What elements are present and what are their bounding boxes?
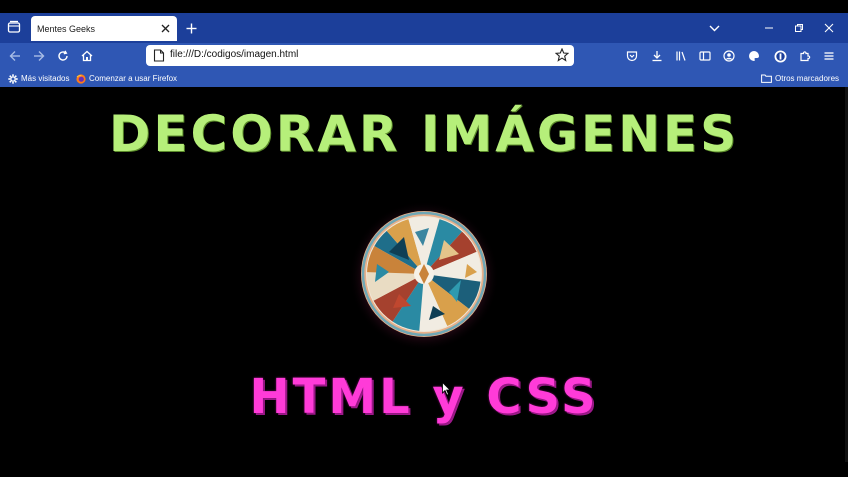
new-tab-button[interactable] [182, 19, 200, 37]
close-window-button[interactable] [820, 19, 838, 37]
extension-button-1[interactable] [745, 47, 763, 65]
bookmark-label: Comenzar a usar Firefox [89, 74, 178, 83]
restore-icon [795, 24, 803, 32]
sidebar-icon [699, 51, 711, 61]
tab-strip: Mentes Geeks [0, 13, 848, 43]
tab-title: Mentes Geeks [37, 23, 96, 34]
library-icon [676, 51, 686, 61]
puzzle-icon [800, 51, 811, 62]
gear-icon [8, 73, 18, 84]
forward-button[interactable] [30, 47, 48, 65]
mosaic-image [349, 201, 499, 351]
bookmark-comenzar-firefox[interactable]: Comenzar a usar Firefox [76, 72, 177, 85]
minimize-icon [765, 27, 773, 29]
navigation-toolbar: file:///D:/codigos/imagen.html [0, 43, 848, 69]
hamburger-menu-icon [824, 52, 834, 60]
sidebar-button[interactable] [696, 47, 714, 65]
restore-button[interactable] [790, 19, 808, 37]
bookmark-star-icon[interactable] [555, 48, 569, 62]
bookmark-mas-visitados[interactable]: Más visitados [8, 72, 69, 85]
list-all-tabs-button[interactable] [705, 19, 723, 37]
library-button[interactable] [672, 47, 690, 65]
address-bar[interactable]: file:///D:/codigos/imagen.html [146, 45, 574, 66]
firefox-icon [76, 73, 86, 84]
shield-badge-icon [774, 50, 786, 62]
screen: Mentes Geeks file:///D:/codigos/imagen.h… [0, 0, 848, 477]
tab-list-button[interactable] [4, 17, 24, 37]
bookmark-label: Más visitados [21, 74, 70, 83]
extension-button-2[interactable] [771, 47, 789, 65]
arrow-left-icon [9, 51, 20, 61]
folder-icon [761, 74, 772, 83]
tab-mentes-geeks[interactable]: Mentes Geeks [31, 16, 177, 41]
pocket-icon [626, 51, 638, 62]
tab-close-button[interactable] [158, 21, 172, 35]
chevron-down-icon [709, 25, 719, 31]
minimize-button[interactable] [760, 19, 778, 37]
page-content: Decorar Imágenes [0, 87, 848, 477]
tab-list-icon [7, 20, 21, 33]
downloads-button[interactable] [648, 47, 666, 65]
plus-icon [186, 23, 196, 33]
account-icon [723, 50, 735, 62]
reload-button[interactable] [54, 47, 72, 65]
page-title: Decorar Imágenes [108, 105, 740, 163]
paint-palette-icon [749, 51, 759, 61]
page-subtitle: HTML y CSS [249, 369, 599, 425]
reload-icon [58, 50, 68, 61]
download-icon [652, 51, 662, 62]
close-icon [824, 23, 834, 33]
arrow-right-icon [34, 51, 45, 61]
mouse-cursor-icon [442, 382, 451, 396]
url-text: file:///D:/codigos/imagen.html [170, 49, 299, 60]
menu-button[interactable] [820, 47, 838, 65]
bookmark-label: Otros marcadores [775, 74, 840, 83]
top-bezel [0, 0, 848, 13]
account-button[interactable] [720, 47, 738, 65]
extensions-button[interactable] [796, 47, 814, 65]
close-icon [161, 24, 169, 32]
back-button[interactable] [6, 47, 24, 65]
home-icon [81, 50, 93, 62]
bookmarks-toolbar: Más visitados Comenzar a usar Firefox Ot… [0, 69, 848, 87]
pocket-button[interactable] [623, 47, 641, 65]
decorated-image [349, 201, 499, 352]
page-icon [153, 49, 165, 62]
bookmark-otros-marcadores[interactable]: Otros marcadores [761, 72, 839, 85]
home-button[interactable] [78, 47, 96, 65]
